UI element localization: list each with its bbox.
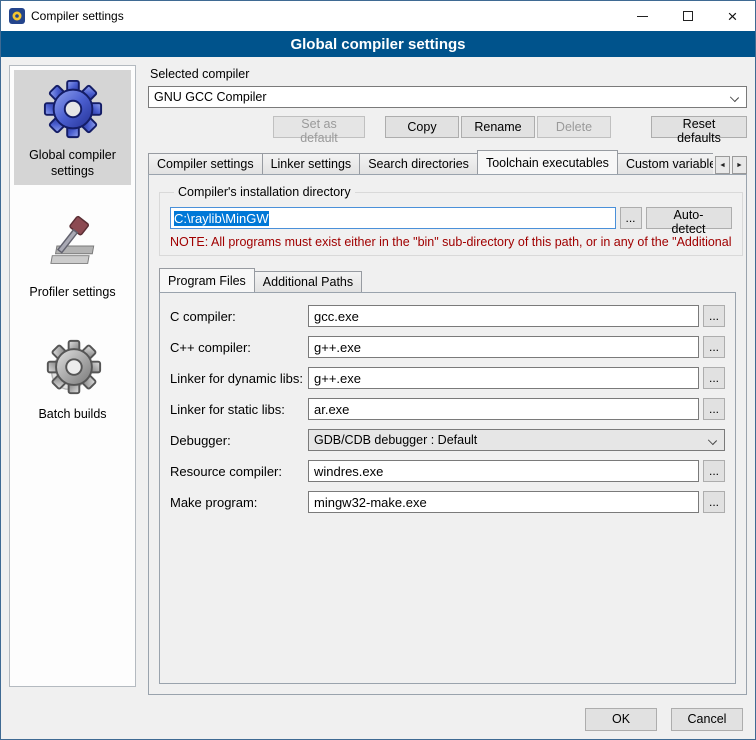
debugger-dropdown[interactable]: GDB/CDB debugger : Default [308, 429, 725, 451]
installation-directory-title: Compiler's installation directory [174, 185, 355, 199]
install-dir-browse-button[interactable]: ... [620, 207, 642, 229]
maximize-button[interactable] [665, 1, 710, 31]
gear-gray-icon [42, 337, 104, 399]
dynamic-linker-row: Linker for dynamic libs: ... [170, 367, 725, 389]
tab-compiler-settings[interactable]: Compiler settings [148, 153, 263, 174]
selected-compiler-dropdown[interactable]: GNU GCC Compiler [148, 86, 747, 108]
static-linker-row: Linker for static libs: ... [170, 398, 725, 420]
c-compiler-input[interactable] [308, 305, 699, 327]
resource-compiler-input[interactable] [308, 460, 699, 482]
resource-compiler-browse-button[interactable]: ... [703, 460, 725, 482]
make-program-label: Make program: [170, 495, 308, 510]
tab-strip: Compiler settings Linker settings Search… [148, 150, 713, 174]
chevron-down-icon [730, 93, 739, 102]
content: Global compiler settings [1, 57, 755, 699]
tab-linker-settings[interactable]: Linker settings [262, 153, 361, 174]
dynamic-linker-input[interactable] [308, 367, 699, 389]
cancel-button[interactable]: Cancel [671, 708, 743, 731]
static-linker-label: Linker for static libs: [170, 402, 308, 417]
dynamic-linker-label: Linker for dynamic libs: [170, 371, 308, 386]
set-as-default-button[interactable]: Set as default [273, 116, 365, 138]
rename-button[interactable]: Rename [461, 116, 535, 138]
program-files-pane: C compiler: ... C++ compiler: ... Linker… [159, 292, 736, 684]
gear-blue-icon [42, 78, 104, 140]
c-compiler-browse-button[interactable]: ... [703, 305, 725, 327]
tab-scroll-right-icon[interactable]: ► [732, 156, 747, 174]
minimize-button[interactable] [620, 1, 665, 31]
install-dir-value: C:\raylib\MinGW [174, 211, 269, 226]
delete-button[interactable]: Delete [537, 116, 611, 138]
cpp-compiler-label: C++ compiler: [170, 340, 308, 355]
sidebar-item-global-compiler-settings[interactable]: Global compiler settings [14, 70, 131, 185]
sidebar-item-label: Batch builds [38, 407, 106, 423]
program-tabs: Program Files Additional Paths [159, 268, 736, 292]
compiler-settings-dialog: Compiler settings × Global compiler sett… [0, 0, 756, 740]
resource-compiler-row: Resource compiler: ... [170, 460, 725, 482]
selected-compiler-label: Selected compiler [150, 67, 747, 81]
selected-compiler-value: GNU GCC Compiler [154, 90, 267, 104]
window-title: Compiler settings [31, 9, 620, 23]
tab-search-directories[interactable]: Search directories [359, 153, 478, 174]
profiler-icon [42, 215, 104, 277]
sidebar: Global compiler settings [9, 65, 136, 687]
installation-directory-group: Compiler's installation directory C:\ray… [159, 185, 743, 256]
debugger-value: GDB/CDB debugger : Default [314, 433, 477, 447]
titlebar: Compiler settings × [1, 1, 755, 31]
compiler-actions: Set as default Copy Rename Delete Reset … [148, 116, 747, 138]
reset-defaults-button[interactable]: Reset defaults [651, 116, 747, 138]
maximize-icon [683, 11, 693, 21]
static-linker-browse-button[interactable]: ... [703, 398, 725, 420]
make-program-row: Make program: ... [170, 491, 725, 513]
app-icon [9, 8, 25, 24]
static-linker-input[interactable] [308, 398, 699, 420]
installation-directory-row: C:\raylib\MinGW ... Auto-detect [170, 207, 732, 229]
c-compiler-label: C compiler: [170, 309, 308, 324]
page-title: Global compiler settings [1, 31, 755, 57]
cpp-compiler-row: C++ compiler: ... [170, 336, 725, 358]
close-icon: × [728, 8, 738, 25]
sidebar-item-profiler-settings[interactable]: Profiler settings [14, 207, 131, 307]
tab-toolchain-executables[interactable]: Toolchain executables [477, 150, 618, 174]
toolchain-pane: Compiler's installation directory C:\ray… [148, 174, 747, 695]
sidebar-item-label: Global compiler settings [16, 148, 129, 179]
copy-button[interactable]: Copy [385, 116, 459, 138]
dynamic-linker-browse-button[interactable]: ... [703, 367, 725, 389]
chevron-down-icon [708, 436, 717, 445]
ok-button[interactable]: OK [585, 708, 657, 731]
close-button[interactable]: × [710, 1, 755, 31]
make-program-input[interactable] [308, 491, 699, 513]
tab-custom-variables[interactable]: Custom variables [617, 153, 713, 174]
cpp-compiler-browse-button[interactable]: ... [703, 336, 725, 358]
debugger-label: Debugger: [170, 433, 308, 448]
make-program-browse-button[interactable]: ... [703, 491, 725, 513]
sidebar-item-batch-builds[interactable]: Batch builds [14, 329, 131, 429]
bin-subdirectory-note: NOTE: All programs must exist either in … [170, 235, 732, 249]
inner-tab-strip: Program Files Additional Paths [159, 268, 736, 292]
dialog-footer: OK Cancel [1, 699, 755, 739]
tab-program-files[interactable]: Program Files [159, 268, 255, 292]
minimize-icon [637, 16, 648, 17]
sidebar-item-label: Profiler settings [29, 285, 115, 301]
resource-compiler-label: Resource compiler: [170, 464, 308, 479]
tab-scroll-left-icon[interactable]: ◄ [715, 156, 730, 174]
tab-additional-paths[interactable]: Additional Paths [254, 271, 362, 292]
settings-tabs: Compiler settings Linker settings Search… [148, 150, 747, 174]
cpp-compiler-input[interactable] [308, 336, 699, 358]
debugger-row: Debugger: GDB/CDB debugger : Default [170, 429, 725, 451]
main-panel: Selected compiler GNU GCC Compiler Set a… [148, 65, 747, 699]
c-compiler-row: C compiler: ... [170, 305, 725, 327]
install-dir-input[interactable]: C:\raylib\MinGW [170, 207, 616, 229]
auto-detect-button[interactable]: Auto-detect [646, 207, 732, 229]
